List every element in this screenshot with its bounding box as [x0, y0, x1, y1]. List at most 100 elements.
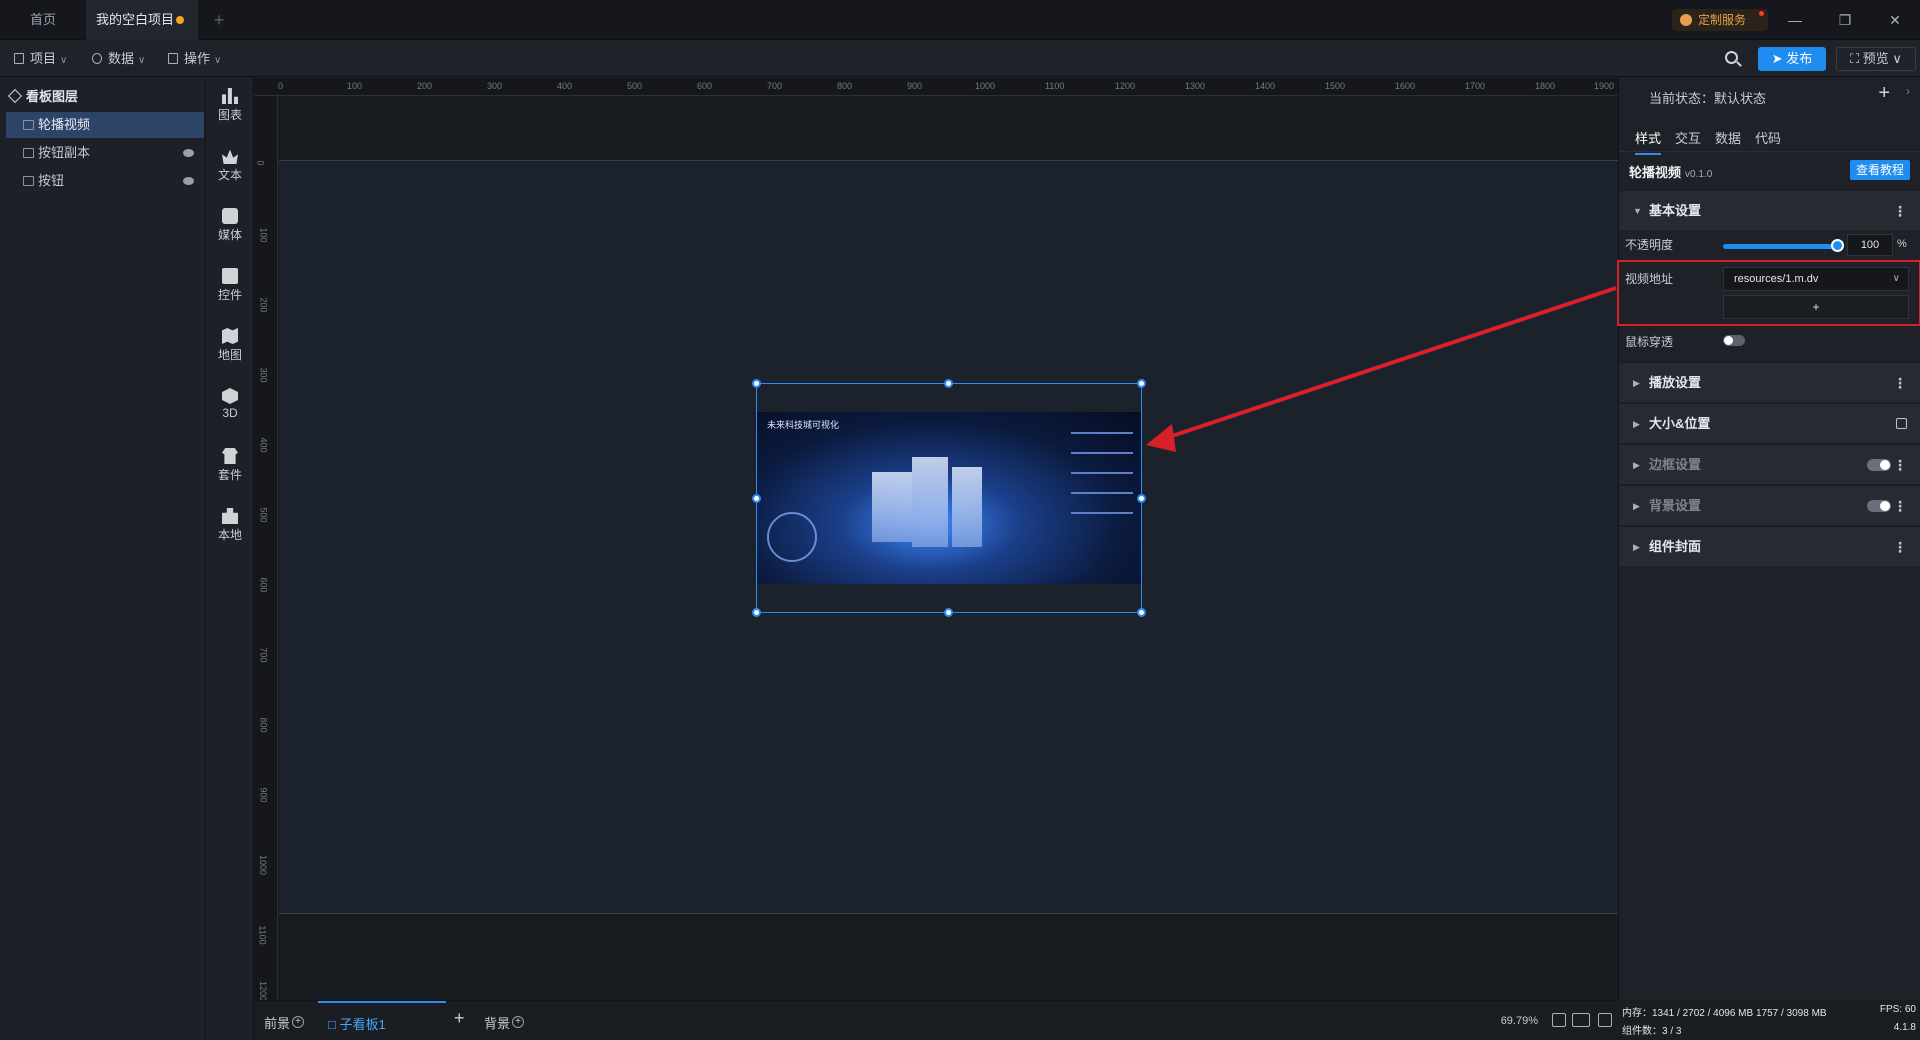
component-count: 组件数：3 / 3	[1622, 1026, 1682, 1037]
restore-button[interactable]: ❐	[1820, 0, 1870, 40]
tab-foreground[interactable]: 前景 +	[264, 1013, 305, 1032]
preview-button[interactable]: ⛶ 预览 ∨	[1836, 47, 1916, 71]
widget-text-label: 文本	[217, 168, 242, 182]
ruler-label: 1000	[258, 854, 269, 876]
ruler-label: 1200	[258, 980, 269, 1002]
add-circle-icon[interactable]: +	[512, 1016, 525, 1028]
ruler-label: 800	[837, 81, 853, 91]
add-circle-icon[interactable]: +	[292, 1016, 305, 1028]
widget-control[interactable]: 控件	[206, 264, 254, 314]
layers-icon	[7, 88, 23, 104]
opacity-input[interactable]: 100	[1847, 234, 1893, 256]
layer-item-button[interactable]: 按钮	[6, 168, 204, 194]
ruler-label: 700	[258, 647, 269, 663]
widget-bar: 图表 文本 媒体 控件 地图 3D 套件 本地	[206, 78, 254, 1040]
ruler-label: 500	[627, 81, 643, 91]
section-basic[interactable]: ▼ 基本设置 ⋮	[1619, 190, 1920, 230]
section-size-label: 大小&位置	[1649, 416, 1711, 431]
title-bar: 首页 我的空白项目 + 定制服务 — ❐ ✕	[0, 0, 1920, 40]
video-address-select[interactable]: resources/1.m.dv ∨	[1723, 267, 1909, 291]
menu-data-label: 数据	[108, 51, 135, 66]
section-play[interactable]: ▶ 播放设置 ⋮	[1619, 362, 1920, 402]
opacity-slider[interactable]	[1723, 244, 1835, 249]
search-button[interactable]	[1722, 48, 1744, 70]
keyboard-icon[interactable]	[1572, 1013, 1590, 1027]
section-border[interactable]: ▶ 边框设置 ⋮	[1619, 444, 1920, 484]
visibility-icon[interactable]	[183, 149, 194, 157]
resize-handle[interactable]	[752, 494, 761, 503]
property-tabs: 样式 交互 数据 代码	[1619, 120, 1920, 155]
hud-line	[1071, 432, 1133, 434]
chevron-right-icon[interactable]: ›	[1906, 84, 1910, 98]
tab-style[interactable]: 样式	[1635, 128, 1662, 155]
resize-handle[interactable]	[1137, 379, 1146, 388]
resize-handle[interactable]	[1137, 494, 1146, 503]
fit-screen-icon[interactable]	[1552, 1013, 1566, 1027]
menu-operation[interactable]: 操作 ∨	[168, 48, 221, 70]
close-button[interactable]: ✕	[1870, 0, 1920, 40]
tab-background[interactable]: 背景 +	[484, 1013, 525, 1032]
resize-handle[interactable]	[752, 608, 761, 617]
widget-map[interactable]: 地图	[206, 324, 254, 374]
menu-operation-label: 操作	[184, 51, 211, 66]
ruler-label: 0	[278, 81, 284, 91]
widget-media-label: 媒体	[217, 228, 242, 242]
menu-data[interactable]: 数据 ∨	[92, 48, 145, 70]
section-background[interactable]: ▶ 背景设置 ⋮	[1619, 485, 1920, 525]
tab-sub-board[interactable]: □ 子看板1	[318, 1001, 446, 1040]
publish-button[interactable]: ➤ 发布	[1758, 47, 1826, 71]
widget-kit[interactable]: 套件	[206, 444, 254, 494]
opacity-slider-handle[interactable]	[1831, 239, 1844, 252]
minimize-button[interactable]: —	[1770, 0, 1820, 40]
widget-chart[interactable]: 图表	[206, 84, 254, 134]
zoom-level[interactable]: 69.79%	[1501, 1015, 1538, 1027]
lock-icon[interactable]	[1896, 418, 1907, 429]
ruler-label: 900	[258, 787, 269, 803]
menu-project[interactable]: 项目 ∨	[14, 48, 67, 70]
add-state-button[interactable]: +	[1878, 82, 1890, 105]
tab-code[interactable]: 代码	[1755, 128, 1781, 147]
resize-handle[interactable]	[944, 608, 953, 617]
more-icon[interactable]: ⋮	[1893, 486, 1907, 526]
tab-home[interactable]: 首页	[0, 0, 86, 40]
tab-data[interactable]: 数据	[1715, 128, 1741, 147]
ruler-label: 0	[255, 160, 266, 166]
caret-right-icon: ▶	[1633, 542, 1640, 552]
tutorial-button[interactable]: 查看教程	[1850, 160, 1910, 180]
layer-icon	[23, 176, 34, 186]
widget-3d[interactable]: 3D	[206, 384, 254, 434]
custom-service-button[interactable]: 定制服务	[1672, 9, 1768, 31]
widget-media[interactable]: 媒体	[206, 204, 254, 254]
resize-handle[interactable]	[944, 379, 953, 388]
ruler-label: 900	[907, 81, 923, 91]
section-cover[interactable]: ▶ 组件封面 ⋮	[1619, 526, 1920, 566]
mouse-passthrough-toggle[interactable]	[1723, 335, 1745, 346]
control-icon	[222, 268, 238, 284]
more-icon[interactable]: ⋮	[1893, 445, 1907, 485]
video-carousel-widget[interactable]: 未来科技城可视化	[752, 379, 1146, 617]
tab-project[interactable]: 我的空白项目	[86, 0, 198, 40]
terminal-icon[interactable]	[1598, 1013, 1612, 1027]
widget-kit-label: 套件	[217, 468, 242, 482]
add-tab-button[interactable]: +	[204, 0, 234, 40]
widget-text[interactable]: 文本	[206, 144, 254, 194]
add-board-button[interactable]: +	[454, 1008, 465, 1029]
resize-handle[interactable]	[1137, 608, 1146, 617]
section-cover-label: 组件封面	[1649, 539, 1702, 554]
add-video-button[interactable]: +	[1723, 295, 1909, 319]
more-icon[interactable]: ⋮	[1893, 527, 1907, 567]
visibility-icon[interactable]	[183, 177, 194, 185]
ruler-label: 100	[258, 227, 269, 243]
tab-interaction[interactable]: 交互	[1675, 128, 1701, 147]
layer-item-button-copy[interactable]: 按钮副本	[6, 140, 204, 166]
more-icon[interactable]: ⋮	[1893, 363, 1907, 403]
section-size-position[interactable]: ▶ 大小&位置	[1619, 403, 1920, 443]
background-toggle[interactable]	[1867, 500, 1891, 512]
tab-project-label: 我的空白项目	[96, 12, 175, 27]
layer-item-video[interactable]: 轮播视频	[6, 112, 204, 138]
resize-handle[interactable]	[752, 379, 761, 388]
more-icon[interactable]: ⋮	[1893, 191, 1907, 231]
ruler-label: 800	[258, 717, 269, 733]
border-toggle[interactable]	[1867, 459, 1891, 471]
widget-local[interactable]: 本地	[206, 504, 254, 554]
